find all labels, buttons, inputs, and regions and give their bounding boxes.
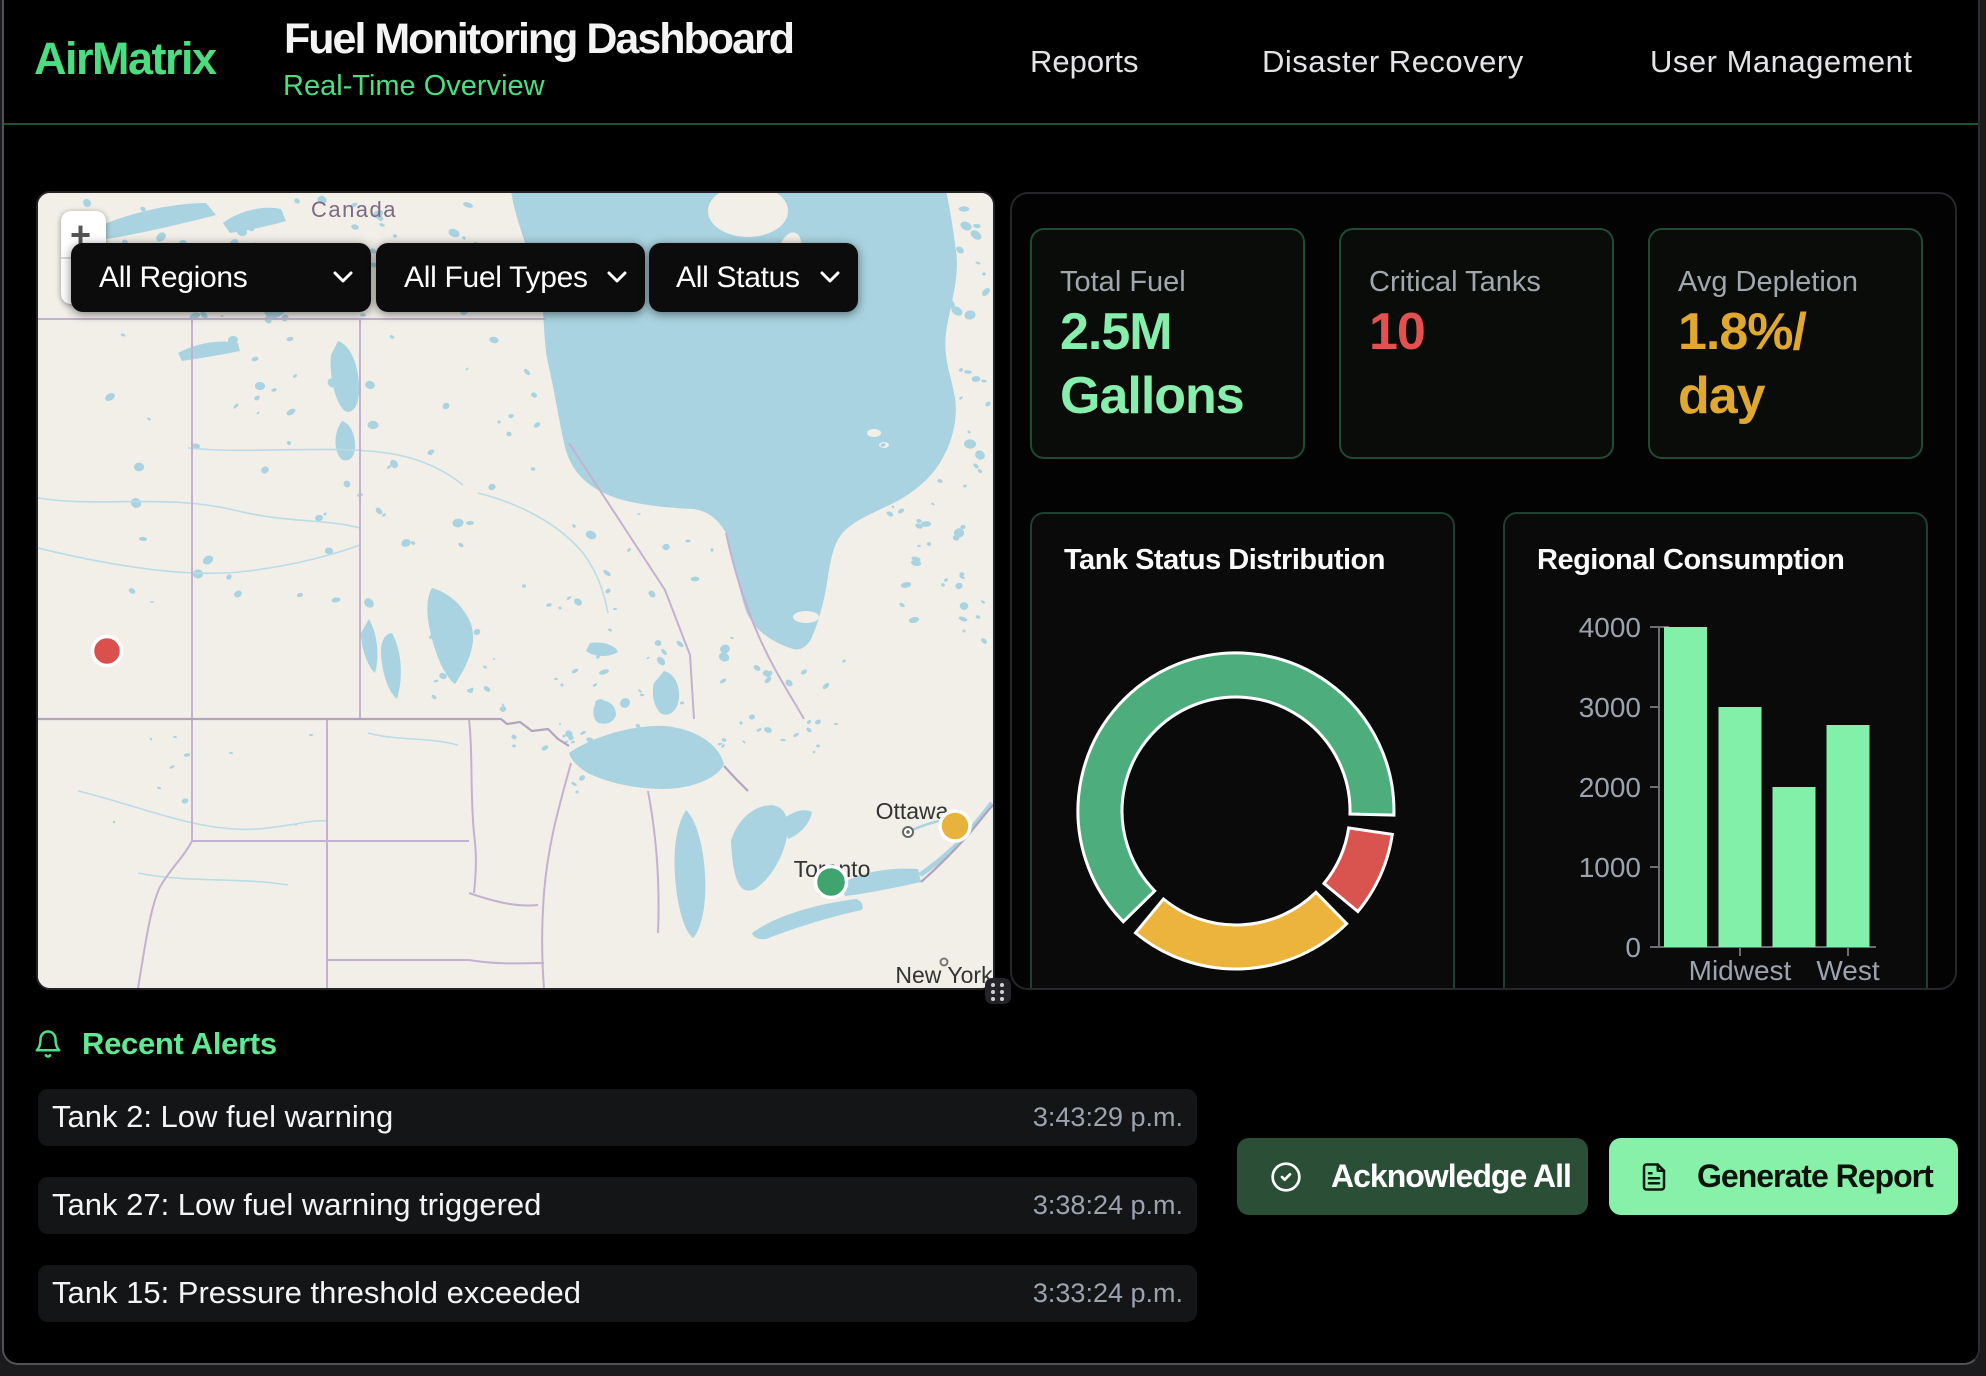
svg-text:4000: 4000: [1579, 612, 1641, 643]
svg-text:Midwest: Midwest: [1689, 955, 1792, 986]
svg-text:3000: 3000: [1579, 692, 1641, 723]
svg-text:1000: 1000: [1579, 852, 1641, 883]
svg-text:Canada: Canada: [311, 197, 397, 222]
svg-text:0: 0: [1625, 932, 1641, 963]
svg-text:West: West: [1816, 955, 1879, 986]
svg-text:Ottawa: Ottawa: [876, 798, 949, 824]
svg-text:2000: 2000: [1579, 772, 1641, 803]
